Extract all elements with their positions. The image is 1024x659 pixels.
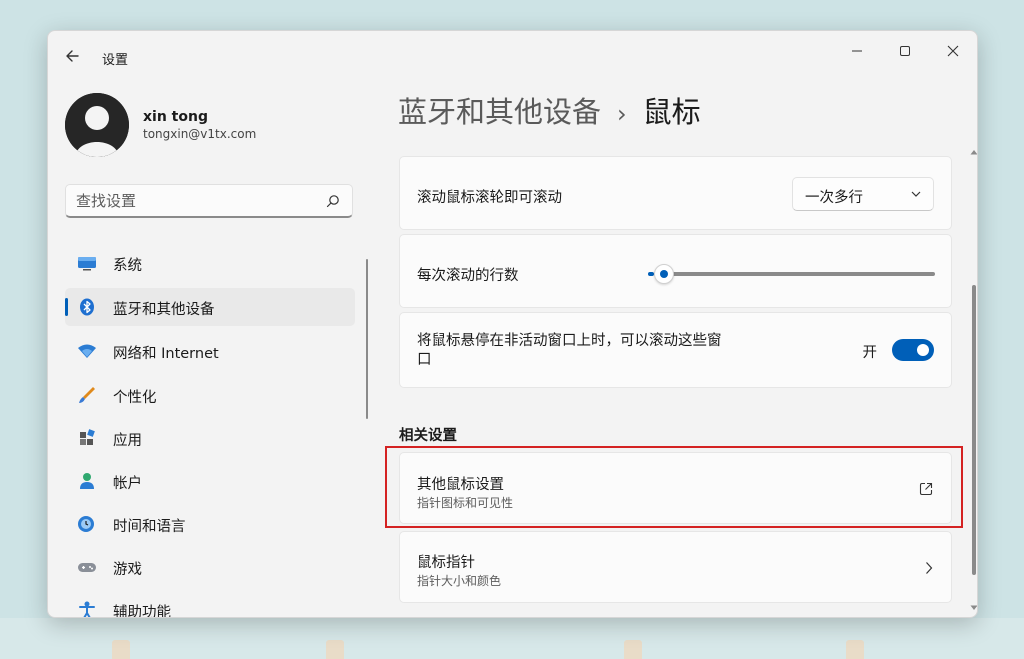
back-button[interactable] [62, 45, 84, 67]
sidebar-item-label: 系统 [113, 258, 142, 274]
sidebar-item-system[interactable]: 系统 [65, 244, 355, 282]
search-icon [326, 195, 339, 208]
chevron-right-icon [926, 562, 933, 574]
inactive-scroll-label: 将鼠标悬停在非活动窗口上时，可以滚动这些窗口 [417, 332, 722, 370]
close-icon [947, 45, 959, 57]
desktop-decoration [112, 640, 130, 659]
maximize-button[interactable] [882, 37, 928, 65]
maximize-icon [900, 46, 910, 56]
sidebar-item-label: 应用 [113, 433, 142, 449]
sidebar-item-label: 辅助功能 [113, 605, 171, 618]
settings-window: 设置 xin tong tongxin@v1tx.com 系统 [47, 30, 978, 618]
desktop-decoration [624, 640, 642, 659]
brush-icon [79, 387, 95, 403]
sidebar-item-apps[interactable]: 应用 [65, 419, 355, 457]
lines-per-scroll-label: 每次滚动的行数 [417, 268, 519, 284]
mouse-pointer-subtitle: 指针大小和颜色 [417, 574, 502, 588]
inactive-scroll-label-line2: 口 [417, 352, 432, 368]
minimize-button[interactable] [834, 37, 880, 65]
chevron-down-icon [911, 191, 921, 197]
lines-slider-thumb[interactable] [653, 264, 674, 284]
main-scrollbar[interactable] [970, 149, 977, 611]
apps-icon [80, 429, 95, 445]
sidebar-item-label: 帐户 [113, 476, 142, 492]
accessibility-icon [79, 601, 95, 617]
page-title: 鼠标 [642, 95, 701, 129]
person-icon [80, 473, 94, 489]
mouse-pointer-card[interactable]: 鼠标指针 指针大小和颜色 [399, 531, 952, 603]
breadcrumb-separator: › [617, 100, 627, 128]
mouse-pointer-title: 鼠标指针 [417, 555, 475, 571]
active-indicator [65, 298, 68, 316]
user-email: tongxin@v1tx.com [143, 127, 257, 141]
lines-per-scroll-card: 每次滚动的行数 [399, 234, 952, 308]
sidebar-item-label: 网络和 Internet [113, 346, 219, 362]
sidebar-item-label: 个性化 [113, 390, 157, 406]
sidebar-item-accounts[interactable]: 帐户 [65, 462, 355, 500]
bluetooth-icon [80, 298, 94, 316]
scroll-mode-card: 滚动鼠标滚轮即可滚动 一次多行 [399, 156, 952, 230]
search-input[interactable] [76, 192, 316, 210]
avatar[interactable] [65, 93, 129, 157]
minimize-icon [852, 50, 862, 52]
main-scrollbar-thumb[interactable] [972, 285, 976, 575]
wifi-icon [78, 344, 96, 358]
breadcrumb-parent[interactable]: 蓝牙和其他设备 [398, 95, 601, 129]
toggle-state-label: 开 [862, 345, 878, 361]
scroll-mode-dropdown[interactable]: 一次多行 [792, 177, 934, 211]
globe-clock-icon [78, 516, 94, 532]
search-box[interactable] [65, 184, 353, 218]
desktop-decoration [326, 640, 344, 659]
inactive-scroll-toggle[interactable] [892, 339, 934, 361]
scroll-mode-value: 一次多行 [805, 190, 863, 206]
lines-slider-fill [648, 272, 654, 276]
sidebar-item-personalization[interactable]: 个性化 [65, 376, 355, 414]
breadcrumb: 蓝牙和其他设备 › 鼠标 [398, 89, 701, 131]
user-name: xin tong [143, 109, 208, 125]
desktop-decoration [846, 640, 864, 659]
sidebar-item-label: 游戏 [113, 562, 142, 578]
sidebar-item-accessibility[interactable]: 辅助功能 [65, 591, 355, 618]
sidebar-scrollbar[interactable] [366, 259, 368, 419]
sidebar-item-label: 蓝牙和其他设备 [113, 302, 215, 318]
sidebar-item-network[interactable]: 网络和 Internet [65, 332, 355, 370]
related-settings-title: 相关设置 [399, 428, 457, 444]
gamepad-icon [78, 563, 96, 572]
sidebar-item-bluetooth-devices[interactable]: 蓝牙和其他设备 [65, 288, 355, 326]
user-avatar-icon [65, 93, 129, 157]
sidebar-item-time-language[interactable]: 时间和语言 [65, 505, 355, 543]
scroll-down-arrow-icon [970, 605, 977, 610]
lines-slider-track[interactable] [665, 272, 935, 276]
close-button[interactable] [930, 37, 976, 65]
sidebar-item-gaming[interactable]: 游戏 [65, 548, 355, 586]
back-arrow-icon [66, 50, 79, 62]
inactive-window-scroll-card: 将鼠标悬停在非活动窗口上时，可以滚动这些窗口 开 [399, 312, 952, 388]
highlight-box [385, 446, 963, 528]
sidebar-item-label: 时间和语言 [113, 519, 186, 535]
scroll-mode-label: 滚动鼠标滚轮即可滚动 [417, 190, 562, 206]
desktop-background [0, 618, 1024, 659]
monitor-icon [78, 257, 96, 271]
scroll-up-arrow-icon [970, 150, 977, 155]
window-title: 设置 [102, 53, 129, 68]
inactive-scroll-label-line1: 将鼠标悬停在非活动窗口上时，可以滚动这些窗 [417, 333, 722, 349]
